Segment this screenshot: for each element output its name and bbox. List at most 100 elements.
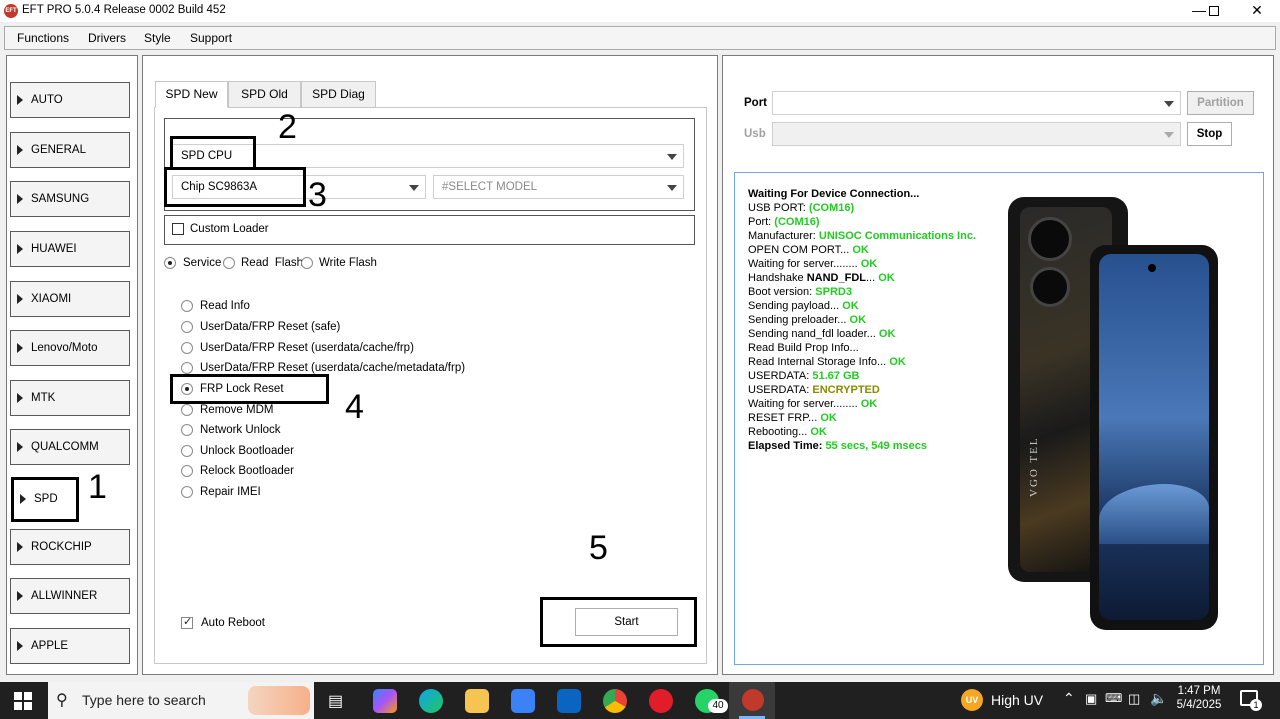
clock-time: 1:47 PM bbox=[1177, 685, 1221, 697]
log-line: Read Build Prop Info... bbox=[748, 342, 859, 354]
usb-label: Usb bbox=[744, 128, 766, 140]
log-line: Rebooting... OK bbox=[748, 426, 827, 438]
edge-icon[interactable] bbox=[419, 689, 443, 713]
volume-icon[interactable]: 🔈 bbox=[1150, 690, 1167, 707]
tab-spd-old[interactable]: SPD Old bbox=[228, 81, 301, 108]
close-icon[interactable]: ✕ bbox=[1236, 0, 1278, 22]
op-read-info-radio[interactable] bbox=[181, 300, 193, 312]
op-remove-mdm-radio[interactable] bbox=[181, 404, 193, 416]
sidebar-huawei[interactable]: HUAWEI bbox=[10, 231, 130, 267]
store-icon[interactable] bbox=[511, 689, 535, 713]
log-line: Port: (COM16) bbox=[748, 216, 820, 228]
log-line: OPEN COM PORT... OK bbox=[748, 244, 869, 256]
mode-write-flash-radio[interactable] bbox=[301, 257, 313, 269]
usb-select[interactable] bbox=[772, 122, 1181, 146]
op-frp-metadata-label: UserData/FRP Reset (userdata/cache/metad… bbox=[200, 362, 466, 374]
op-unlock-bootloader-label: Unlock Bootloader bbox=[200, 445, 294, 457]
tab-spd-diag[interactable]: SPD Diag bbox=[301, 81, 376, 108]
expand-arrow-icon bbox=[17, 95, 23, 105]
op-network-unlock-radio[interactable] bbox=[181, 424, 193, 436]
app-logo-icon: EFT bbox=[4, 4, 18, 18]
sidebar-rockchip[interactable]: ROCKCHIP bbox=[10, 529, 130, 565]
op-unlock-bootloader-radio[interactable] bbox=[181, 445, 193, 457]
log-line: USB PORT: (COM16) bbox=[748, 202, 855, 214]
sidebar-apple[interactable]: APPLE bbox=[10, 628, 130, 664]
search-icon: ⚲ bbox=[56, 692, 68, 709]
maximize-icon[interactable] bbox=[1193, 0, 1235, 22]
chevron-down-icon bbox=[1164, 101, 1174, 107]
log-line: Sending nand_fdl loader... OK bbox=[748, 328, 896, 340]
port-select[interactable] bbox=[772, 91, 1181, 115]
custom-loader-label: Custom Loader bbox=[190, 223, 269, 235]
sidebar-spd[interactable]: SPD bbox=[11, 477, 79, 522]
sidebar-general[interactable]: GENERAL bbox=[10, 132, 130, 168]
opera-icon[interactable] bbox=[649, 689, 673, 713]
chrome-icon[interactable] bbox=[603, 689, 627, 713]
whatsapp-badge: 40 bbox=[708, 699, 728, 713]
sidebar-qualcomm[interactable]: QUALCOMM bbox=[10, 429, 130, 465]
log-line: Waiting for server........ OK bbox=[748, 398, 878, 410]
start-button[interactable]: Start bbox=[575, 608, 678, 636]
stop-button[interactable]: Stop bbox=[1187, 122, 1232, 146]
log-line: Sending payload... OK bbox=[748, 300, 859, 312]
meet-now-icon[interactable]: ▣ bbox=[1085, 691, 1097, 707]
chevron-down-icon bbox=[667, 185, 677, 191]
sidebar-mtk[interactable]: MTK bbox=[10, 380, 130, 416]
sidebar-samsung[interactable]: SAMSUNG bbox=[10, 181, 130, 217]
partition-button[interactable]: Partition bbox=[1187, 91, 1254, 115]
network-icon[interactable]: ◫ bbox=[1128, 691, 1140, 707]
weather-text[interactable]: High UV bbox=[991, 692, 1043, 708]
expand-arrow-icon bbox=[17, 244, 23, 254]
menu-support[interactable]: Support bbox=[190, 31, 232, 45]
weather-uv-icon[interactable]: UV bbox=[961, 689, 983, 711]
search-highlight-image bbox=[248, 686, 310, 715]
mode-service-label: Service bbox=[183, 257, 222, 269]
highlight-box-2 bbox=[170, 136, 256, 170]
outlook-icon[interactable] bbox=[557, 689, 581, 713]
phone-screen bbox=[1099, 254, 1209, 620]
input-method-icon[interactable]: ⌨ bbox=[1105, 691, 1122, 705]
op-frp-metadata-radio[interactable] bbox=[181, 362, 193, 374]
log-line: Elapsed Time: 55 secs, 549 msecs bbox=[748, 440, 927, 452]
taskbar-search[interactable]: ⚲ Type here to search bbox=[48, 682, 314, 719]
file-explorer-icon[interactable] bbox=[465, 689, 489, 713]
port-label: Port bbox=[744, 97, 767, 109]
op-frp-cache-radio[interactable] bbox=[181, 342, 193, 354]
op-relock-bootloader-radio[interactable] bbox=[181, 465, 193, 477]
op-relock-bootloader-label: Relock Bootloader bbox=[200, 465, 294, 477]
mode-read-flash-label: Read Flash bbox=[241, 257, 304, 269]
expand-arrow-icon bbox=[17, 641, 23, 651]
op-frp-safe-radio[interactable] bbox=[181, 321, 193, 333]
expand-arrow-icon bbox=[17, 294, 23, 304]
eft-taskbar-active[interactable] bbox=[729, 682, 775, 719]
auto-reboot-checkbox[interactable]: ✓ bbox=[181, 616, 193, 629]
camera-icon bbox=[1030, 267, 1070, 307]
log-line: USERDATA: ENCRYPTED bbox=[748, 384, 880, 396]
log-line: Waiting for server........ OK bbox=[748, 258, 878, 270]
task-view-icon[interactable]: ▤ bbox=[328, 691, 343, 711]
model-select[interactable]: #SELECT MODEL bbox=[433, 175, 684, 199]
mode-write-flash-label: Write Flash bbox=[319, 257, 377, 269]
tab-spd-new[interactable]: SPD New bbox=[155, 81, 228, 108]
clock[interactable]: 1:47 PM 5/4/2025 bbox=[1176, 685, 1222, 711]
highlight-box-3 bbox=[164, 167, 306, 207]
menu-style[interactable]: Style bbox=[144, 31, 171, 45]
menu-drivers[interactable]: Drivers bbox=[88, 31, 126, 45]
phone-brand-text: VGO TEL bbox=[1028, 436, 1040, 497]
expand-arrow-icon bbox=[20, 494, 26, 504]
auto-reboot-label: Auto Reboot bbox=[201, 617, 265, 629]
notification-badge: 1 bbox=[1250, 699, 1262, 711]
op-remove-mdm-label: Remove MDM bbox=[200, 404, 274, 416]
mode-service-radio[interactable] bbox=[164, 257, 176, 269]
copilot-icon[interactable] bbox=[373, 689, 397, 713]
mode-read-flash-radio[interactable] bbox=[223, 257, 235, 269]
sidebar-auto[interactable]: AUTO bbox=[10, 82, 130, 118]
custom-loader-checkbox[interactable] bbox=[172, 223, 184, 235]
sidebar-allwinner[interactable]: ALLWINNER bbox=[10, 578, 130, 614]
windows-start-icon[interactable] bbox=[14, 692, 32, 710]
sidebar-lenovo-moto[interactable]: Lenovo/Moto bbox=[10, 330, 130, 366]
tray-chevron-up-icon[interactable]: ⌃ bbox=[1063, 690, 1075, 707]
menu-functions[interactable]: Functions bbox=[17, 31, 69, 45]
op-repair-imei-radio[interactable] bbox=[181, 486, 193, 498]
sidebar-xiaomi[interactable]: XIAOMI bbox=[10, 281, 130, 317]
